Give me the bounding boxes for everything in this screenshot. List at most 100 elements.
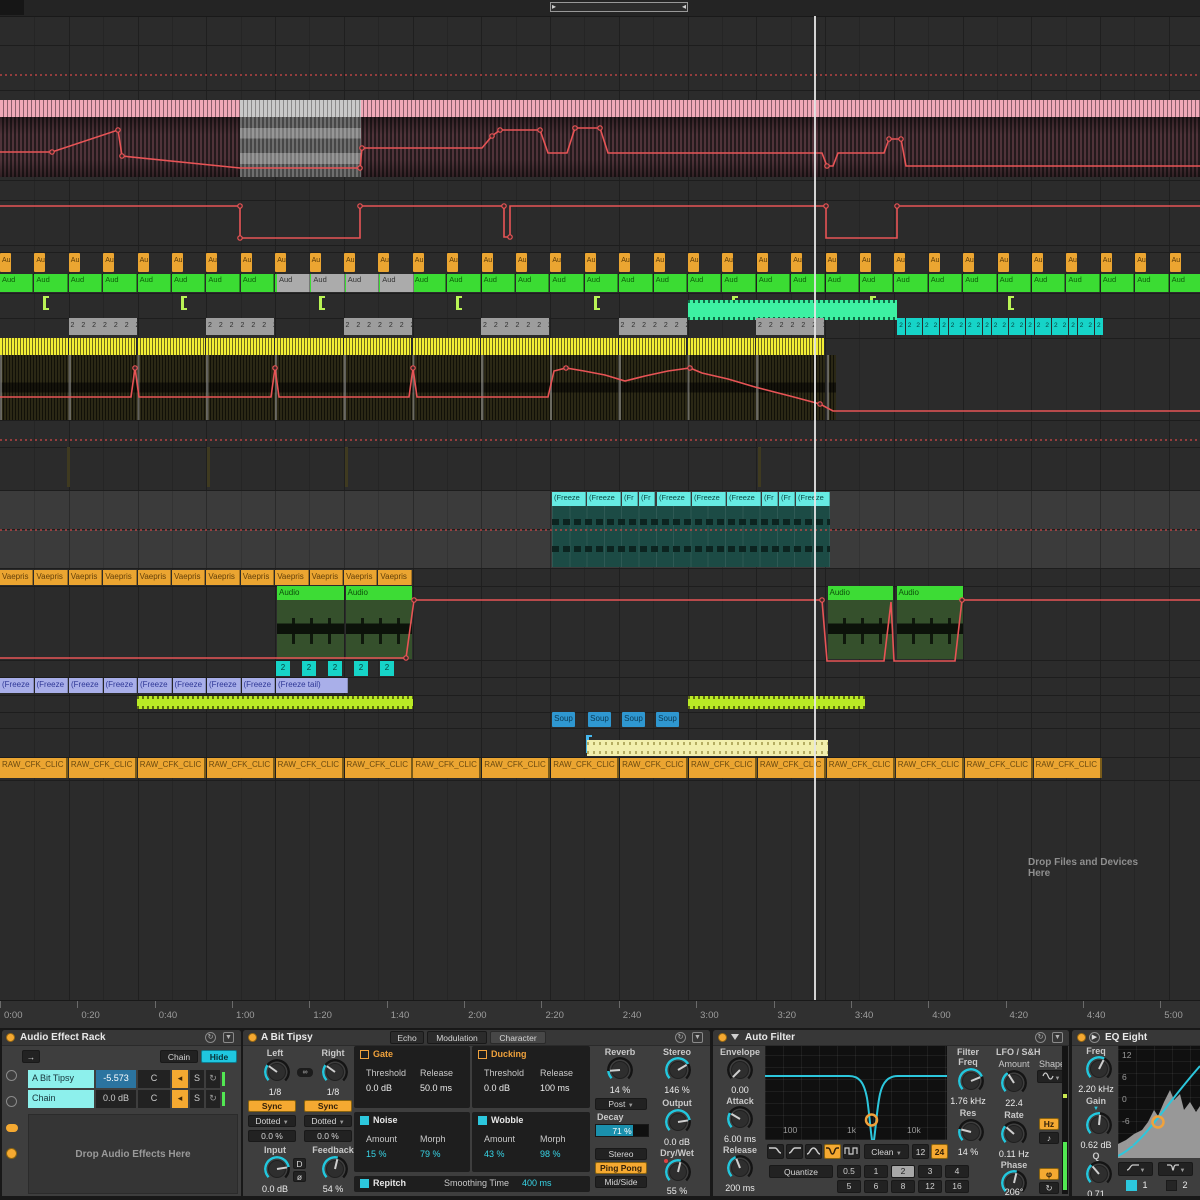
hide-button[interactable]: Hide xyxy=(201,1050,237,1063)
right-sync-mode-dropdown[interactable]: Dotted ▼ xyxy=(304,1115,352,1127)
envelope-knob[interactable] xyxy=(727,1057,753,1083)
ducking-threshold-value[interactable]: 0.0 dB xyxy=(484,1083,510,1093)
filter-type-highpass-button[interactable] xyxy=(786,1144,803,1159)
gate-threshold-value[interactable]: 0.0 dB xyxy=(366,1083,392,1093)
track-freeze-tail-clip[interactable]: (Freeze tail) xyxy=(276,678,348,693)
band1-enable-checkbox[interactable] xyxy=(1126,1180,1137,1191)
noise-checkbox[interactable] xyxy=(360,1116,369,1125)
channel-mode-midside-button[interactable]: Mid/Side xyxy=(595,1176,647,1188)
reverb-position-dropdown[interactable]: Post ▼ xyxy=(595,1098,647,1110)
track-vaepris-clip[interactable]: Vaepris xyxy=(378,570,411,585)
band2-filter-type-dropdown[interactable]: ▼ xyxy=(1158,1162,1193,1176)
track-two-groups-clip[interactable]: 2 xyxy=(923,318,931,335)
circuit-dropdown[interactable]: Clean ▼ xyxy=(864,1144,909,1159)
chain-select-button[interactable]: Chain xyxy=(160,1050,198,1063)
echo-title-bar[interactable]: A Bit Tipsy Echo Modulation Character ↻ … xyxy=(243,1030,710,1046)
track-freeze-header-clip[interactable]: (Fr xyxy=(639,492,655,506)
quantize-value-button[interactable]: 8 xyxy=(891,1180,915,1193)
track-audio2-header-clip[interactable]: Audio xyxy=(346,586,413,600)
track-soup-clip[interactable]: Soup xyxy=(552,712,575,727)
track-two-cyan-clip[interactable]: 2 xyxy=(380,661,394,676)
track-cue-ticks-clip[interactable] xyxy=(43,296,49,310)
track-audio-chops-clip[interactable]: Aud xyxy=(380,274,413,292)
left-delay-value[interactable]: 1/8 xyxy=(253,1087,297,1097)
track-audio-markers-clip[interactable]: Au xyxy=(241,253,252,272)
macro-variations-icon[interactable] xyxy=(6,1070,17,1081)
track-two-groups-clip[interactable]: 2 xyxy=(1026,318,1034,335)
track-audio-chops-clip[interactable]: Aud xyxy=(482,274,515,292)
track-audio-chops-clip[interactable]: Aud xyxy=(277,274,310,292)
track-audio-markers-clip[interactable]: Au xyxy=(172,253,183,272)
feedback-value[interactable]: 54 % xyxy=(311,1184,355,1194)
track-audio-chops-clip[interactable]: Aud xyxy=(311,274,344,292)
track-two-cyan-clip[interactable]: 2 xyxy=(328,661,342,676)
wobble-checkbox[interactable] xyxy=(478,1116,487,1125)
track-freeze-tail-clip[interactable]: (Freeze xyxy=(138,678,172,693)
eq-q-value[interactable]: 0.71 xyxy=(1072,1189,1120,1196)
main-clip-selected-header[interactable] xyxy=(240,100,361,117)
track-paleyellow-clip[interactable] xyxy=(587,740,828,756)
track-freeze-header-clip[interactable]: (Freeze xyxy=(552,492,586,506)
show-chains-icon[interactable] xyxy=(6,1124,18,1132)
track-audio-markers-clip[interactable]: Au xyxy=(585,253,596,272)
track-audio-markers-clip[interactable]: Au xyxy=(894,253,905,272)
wobble-morph-value[interactable]: 98 % xyxy=(540,1149,561,1159)
decay-slider[interactable]: 71 % xyxy=(595,1124,649,1137)
track-yellow-header-clip[interactable] xyxy=(206,338,274,355)
track-audio-chops-clip[interactable]: Aud xyxy=(447,274,480,292)
track-vaepris-clip[interactable]: Vaepris xyxy=(0,570,33,585)
track-two-groups-clip[interactable]: 2 xyxy=(983,318,991,335)
track-audio-chops-clip[interactable]: Aud xyxy=(998,274,1031,292)
tab-character[interactable]: Character xyxy=(490,1031,546,1044)
track-raw-clip[interactable]: RAW_CFK_CLIC xyxy=(551,758,619,778)
track-audio-markers-clip[interactable]: Au xyxy=(138,253,149,272)
filter-type-lowpass-button[interactable] xyxy=(767,1144,784,1159)
right-sync-button[interactable]: Sync xyxy=(304,1100,352,1112)
right-offset-value[interactable]: 0.0 % xyxy=(304,1130,352,1142)
track-audio-markers-clip[interactable]: Au xyxy=(722,253,733,272)
track-cue-ticks-clip[interactable] xyxy=(319,296,325,310)
quantize-value-button[interactable]: 4 xyxy=(945,1165,969,1178)
track-vaepris-clip[interactable]: Vaepris xyxy=(69,570,102,585)
smoothing-value[interactable]: 400 ms xyxy=(522,1178,552,1188)
track-raw-clip[interactable]: RAW_CFK_CLIC xyxy=(138,758,206,778)
track-freeze-header-clip[interactable]: (Freeze xyxy=(657,492,691,506)
chain-volume[interactable]: 0.0 dB xyxy=(96,1090,136,1108)
track-freeze-header-clip[interactable]: (Freeze xyxy=(796,492,830,506)
track-sparse-bars-clip[interactable] xyxy=(207,447,210,487)
envelope-value[interactable]: 0.00 xyxy=(715,1085,765,1095)
track-audio-chops-clip[interactable]: Aud xyxy=(654,274,687,292)
attack-knob[interactable] xyxy=(727,1106,753,1132)
track-audio-markers-clip[interactable]: Au xyxy=(1066,253,1077,272)
input-knob[interactable] xyxy=(264,1156,290,1182)
track-sparse-bars-clip[interactable] xyxy=(67,447,70,487)
band1-filter-type-dropdown[interactable]: ▼ xyxy=(1118,1162,1153,1176)
device-on-icon[interactable] xyxy=(248,1033,257,1042)
quantize-value-button[interactable]: 12 xyxy=(918,1180,942,1193)
track-raw-clip[interactable]: RAW_CFK_CLIC xyxy=(276,758,344,778)
arrangement-area[interactable]: AuAuAuAuAuAuAuAuAuAuAuAuAuAuAuAuAuAuAuAu… xyxy=(0,0,1200,1000)
track-two-groups-clip[interactable]: 2 xyxy=(1009,318,1017,335)
slope-12-button[interactable]: 12 xyxy=(912,1144,929,1159)
track-audio-markers-clip[interactable]: Au xyxy=(550,253,561,272)
track-two-groups-clip[interactable]: 2 xyxy=(974,318,982,335)
track-two-groups-clip[interactable]: 2 xyxy=(1086,318,1094,335)
chain-pan[interactable]: C xyxy=(138,1070,170,1088)
attack-value[interactable]: 6.00 ms xyxy=(715,1134,765,1144)
eq-gain-knob[interactable] xyxy=(1086,1112,1112,1138)
track-two-groups-clip[interactable]: 2 xyxy=(957,318,965,335)
gate-checkbox[interactable] xyxy=(360,1050,369,1059)
track-audio-chops-clip[interactable]: Aud xyxy=(172,274,205,292)
track-audio-markers-clip[interactable]: Au xyxy=(69,253,80,272)
drywet-value[interactable]: 55 % xyxy=(653,1186,701,1196)
stereo-knob[interactable] xyxy=(665,1057,691,1083)
track-audio-chops-clip[interactable]: Aud xyxy=(346,274,379,292)
track-audio-chops-clip[interactable]: Aud xyxy=(413,274,446,292)
show-macros-icon[interactable] xyxy=(6,1096,17,1107)
loop-brace[interactable]: ▸◂ xyxy=(550,2,688,12)
track-freeze-header-clip[interactable]: (Fr xyxy=(779,492,795,506)
track-raw-clip[interactable]: RAW_CFK_CLIC xyxy=(1034,758,1102,778)
reverb-value[interactable]: 14 % xyxy=(597,1085,643,1095)
track-vaepris-clip[interactable]: Vaepris xyxy=(138,570,171,585)
track-audio-markers-clip[interactable]: Au xyxy=(826,253,837,272)
